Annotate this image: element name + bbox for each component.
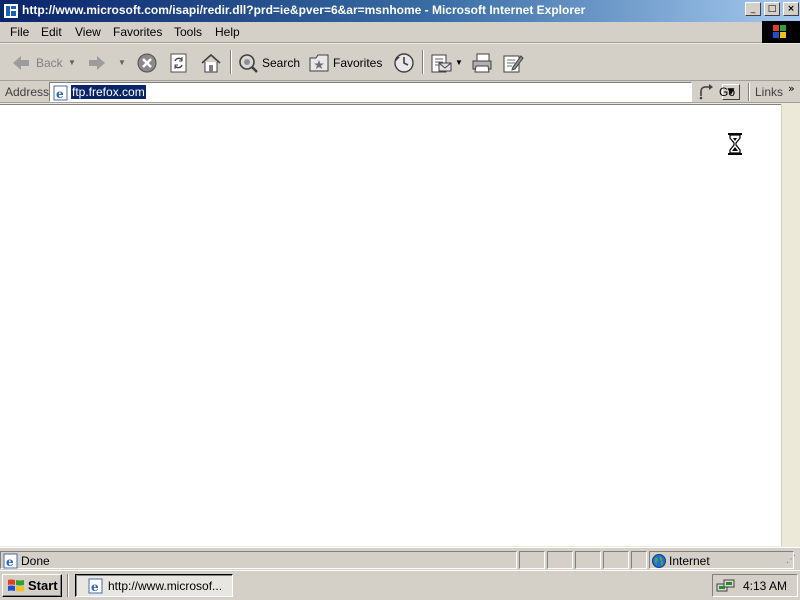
address-field[interactable]: e ftp.frefox.com ▼ (49, 82, 740, 102)
back-button[interactable]: Back ▼ (8, 50, 76, 76)
back-arrow-icon (13, 56, 29, 70)
menu-favorites[interactable]: Favorites (113, 25, 162, 39)
search-label: Search (262, 56, 301, 70)
links-separator (748, 83, 750, 101)
edit-button[interactable] (500, 50, 526, 76)
status-text: Done (21, 554, 50, 568)
stop-button[interactable] (135, 50, 159, 76)
toolbar-separator (422, 50, 424, 74)
forward-dropdown-icon[interactable]: ▼ (118, 58, 126, 67)
start-label: Start (28, 578, 58, 593)
window-titlebar[interactable]: http://www.microsoft.com/isapi/redir.dll… (0, 0, 800, 22)
page-content[interactable] (0, 104, 781, 546)
home-button[interactable] (198, 50, 224, 76)
favorites-label: Favorites (333, 56, 383, 70)
search-icon (239, 54, 258, 73)
forward-arrow-icon (89, 56, 105, 70)
go-label: Go (719, 85, 736, 99)
favorites-button[interactable]: Favorites (307, 50, 383, 76)
hourglass-icon (728, 133, 742, 155)
print-button[interactable] (469, 50, 495, 76)
windows-logo-icon (8, 579, 24, 592)
refresh-icon (170, 53, 187, 73)
menu-edit[interactable]: Edit (41, 25, 62, 39)
status-main-pane: e Done (0, 551, 517, 569)
address-label: Address (5, 85, 50, 99)
ie-page-icon: e (3, 553, 18, 569)
minimize-button[interactable]: _ (745, 2, 761, 16)
menu-help[interactable]: Help (215, 25, 240, 39)
links-button[interactable]: Links (755, 85, 783, 99)
history-button[interactable] (391, 50, 417, 76)
stop-icon (137, 53, 157, 73)
status-pane (547, 551, 573, 569)
maximize-button[interactable]: □ (764, 2, 780, 16)
address-input[interactable]: ftp.frefox.com (71, 85, 146, 99)
back-dropdown-icon[interactable]: ▼ (68, 58, 76, 67)
print-icon (472, 53, 492, 73)
security-zone-pane[interactable]: Internet (649, 551, 794, 569)
ie-page-icon: e (53, 85, 68, 101)
taskbar: Start e http://www.microsof... 4:13 AM (0, 570, 800, 600)
go-button[interactable]: Go (698, 83, 735, 104)
system-tray: 4:13 AM (712, 574, 798, 597)
globe-icon (652, 554, 666, 568)
resize-grip-icon[interactable]: ⋰ (786, 554, 796, 565)
svg-text:e: e (91, 580, 99, 594)
zone-text: Internet (669, 554, 710, 568)
mail-icon (431, 54, 452, 73)
mail-dropdown-icon[interactable]: ▼ (455, 58, 463, 67)
menu-file[interactable]: File (10, 25, 29, 39)
taskbar-item-label: http://www.microsof... (108, 579, 223, 593)
menu-tools[interactable]: Tools (174, 25, 202, 39)
menu-view[interactable]: View (75, 25, 101, 39)
status-progress-pane (519, 551, 545, 569)
home-icon (201, 53, 221, 73)
window-title: http://www.microsoft.com/isapi/redir.dll… (22, 3, 586, 17)
svg-text:e: e (6, 555, 14, 569)
status-pane (575, 551, 601, 569)
menu-bar: File Edit View Favorites Tools Help (0, 22, 800, 43)
ie-app-icon (4, 4, 18, 18)
history-icon (394, 53, 414, 73)
go-arrow-icon (699, 84, 713, 100)
status-pane (603, 551, 629, 569)
close-button[interactable]: × (783, 2, 799, 16)
standard-toolbar: Back ▼ ▼ Search Favorites ▼ (0, 44, 800, 81)
refresh-button[interactable] (167, 50, 191, 76)
svg-text:e: e (56, 87, 64, 101)
windows-logo-icon (773, 25, 786, 38)
forward-button[interactable]: ▼ (84, 50, 130, 76)
taskbar-separator (67, 574, 69, 597)
network-icon[interactable] (716, 578, 736, 594)
windows-throbber (762, 21, 800, 43)
back-label: Back (36, 56, 63, 70)
ie-page-icon: e (88, 578, 103, 594)
status-bar: e Done Internet ⋰ (0, 547, 800, 570)
clock: 4:13 AM (743, 579, 788, 593)
toolbar-separator (230, 50, 232, 74)
status-pane (631, 551, 647, 569)
address-bar: Address e ftp.frefox.com ▼ Go Links » (0, 81, 800, 103)
links-chevron-icon[interactable]: » (788, 82, 795, 95)
vertical-scrollbar[interactable] (781, 104, 800, 546)
start-button[interactable]: Start (2, 574, 62, 597)
favorites-star-icon (309, 54, 329, 72)
mail-button[interactable]: ▼ (429, 50, 465, 76)
taskbar-item-ie[interactable]: e http://www.microsof... (75, 574, 233, 597)
edit-icon (503, 55, 524, 73)
search-button[interactable]: Search (236, 50, 300, 76)
